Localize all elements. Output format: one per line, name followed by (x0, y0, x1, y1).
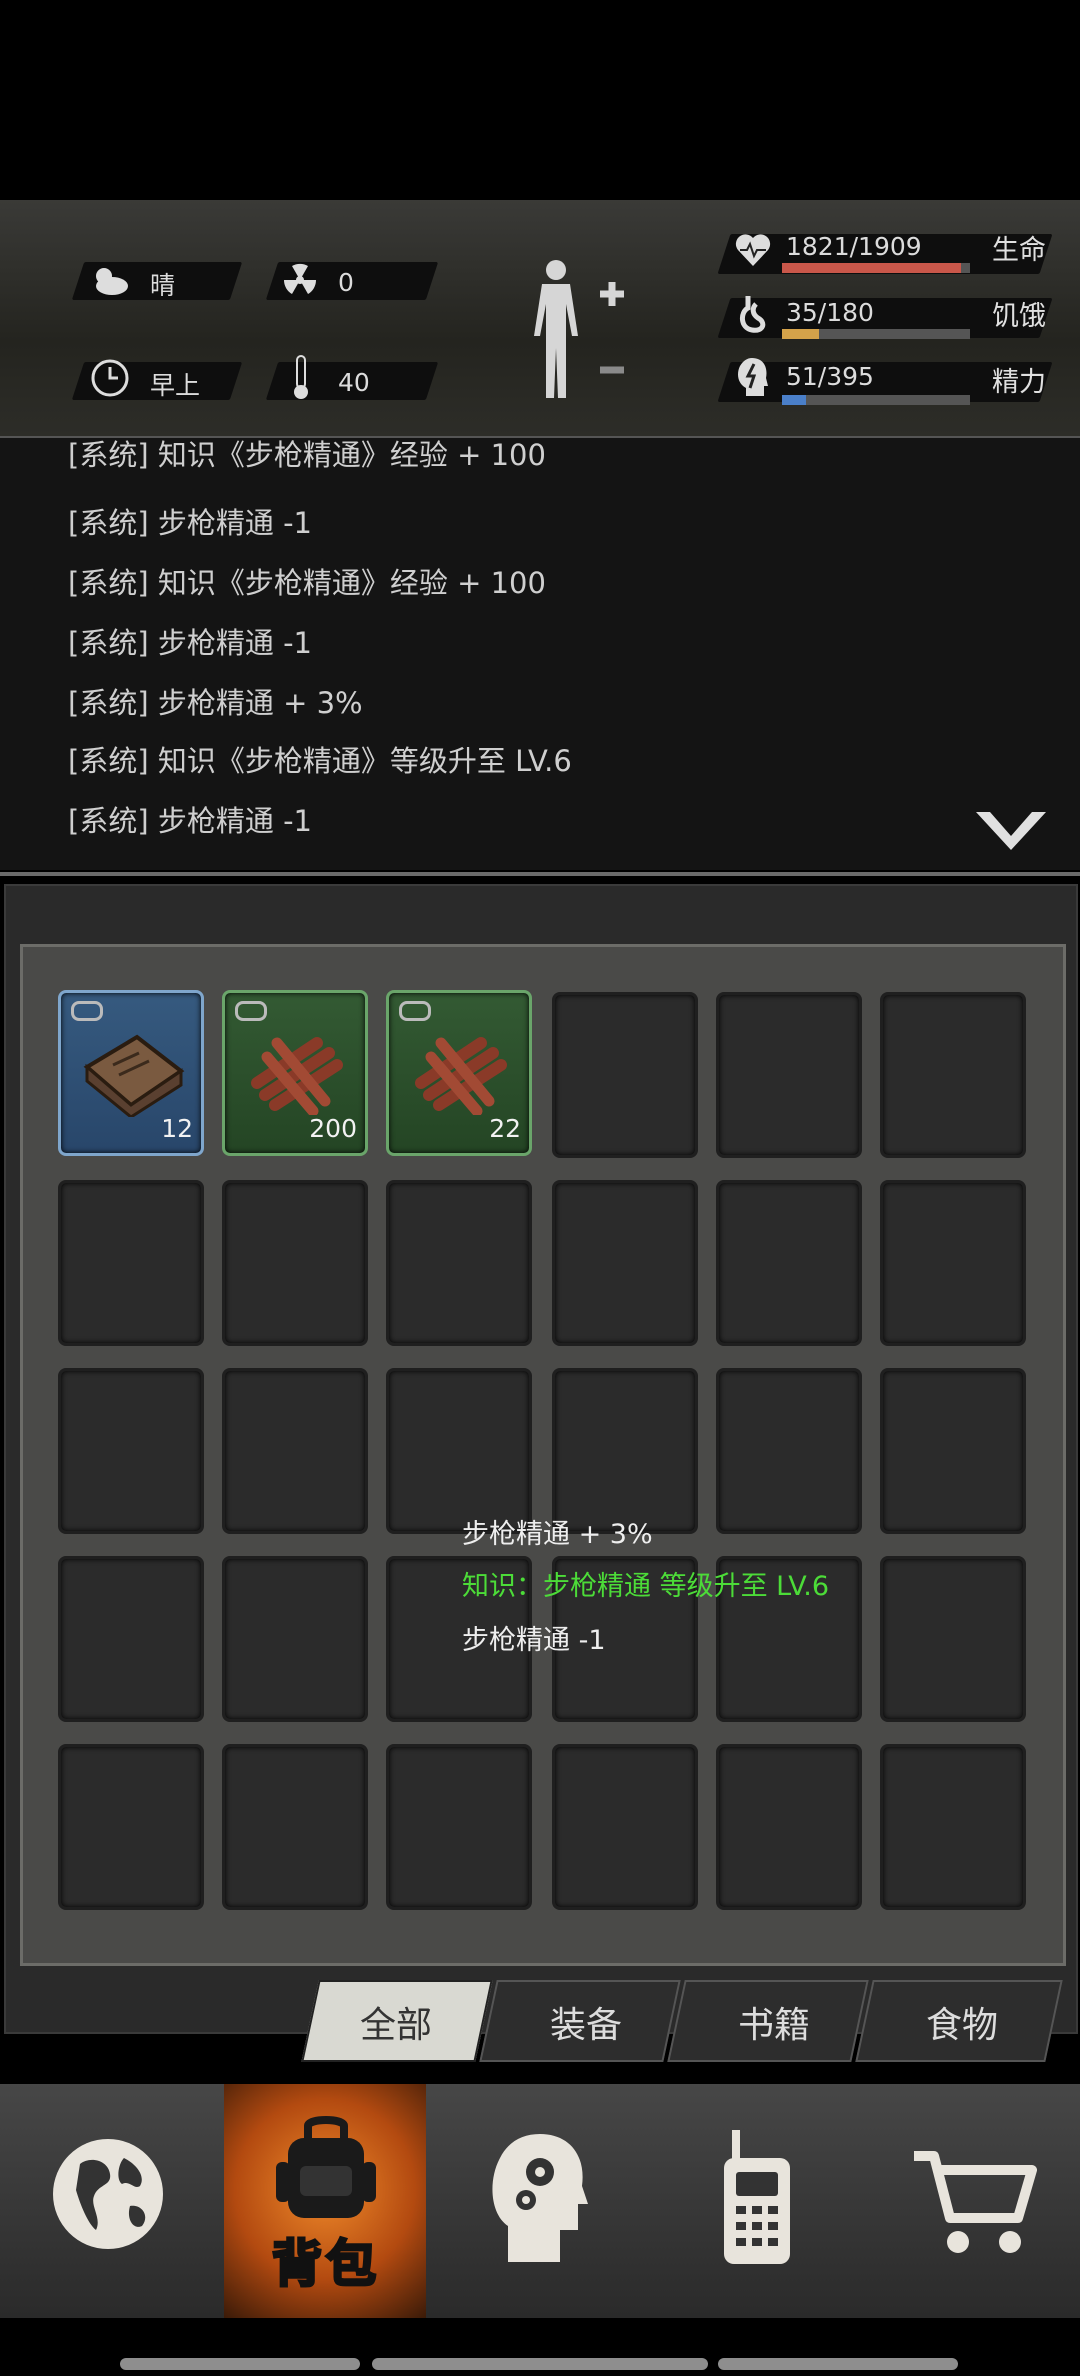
hunger-label: 饥饿 (992, 301, 1046, 332)
inventory-slot-empty[interactable] (552, 992, 698, 1158)
body-status-icon[interactable] (520, 258, 630, 408)
energy-bar (782, 395, 970, 405)
log-line: [系统] 步枪精通 -1 (68, 626, 312, 660)
walkie-talkie-icon (724, 2130, 790, 2264)
inventory-slot-empty[interactable] (58, 1556, 204, 1722)
nav-backpack-label: 背包 (271, 2234, 380, 2295)
wood-logs-icon (251, 1037, 343, 1115)
inventory-slot-book[interactable]: 12 (58, 990, 204, 1156)
health-bar (782, 263, 970, 273)
inventory-slot-empty[interactable] (880, 1368, 1026, 1534)
nav-skills-button[interactable] (432, 2084, 648, 2318)
item-count: 200 (309, 1114, 357, 1143)
gesture-bar (718, 2358, 958, 2370)
shopping-cart-icon (914, 2151, 1037, 2253)
clock-icon (91, 359, 129, 397)
tab-equipment-label: 装备 (550, 2005, 623, 2046)
inventory-slot-empty[interactable] (58, 1368, 204, 1534)
inventory-slot-empty[interactable] (880, 1744, 1026, 1910)
inventory-slot-empty[interactable] (716, 1368, 862, 1534)
inventory-slot-empty[interactable] (58, 1180, 204, 1346)
inventory-slot-wood[interactable]: 200 (222, 990, 368, 1156)
log-line: [系统] 步枪精通 + 3% (68, 686, 363, 720)
radiation-icon (283, 263, 317, 294)
nav-backpack-button[interactable]: 背包 (224, 2084, 426, 2318)
wood-logs-icon (415, 1037, 507, 1115)
inventory-slot-empty[interactable] (880, 1556, 1026, 1722)
item-count: 12 (161, 1114, 193, 1143)
time-of-day-text: 早上 (150, 371, 201, 400)
energy-head-icon (738, 358, 768, 396)
cloud-sun-icon (96, 268, 128, 295)
nav-radio-button[interactable] (650, 2084, 866, 2318)
inventory-slot-empty[interactable] (222, 1368, 368, 1534)
link-icon (71, 1001, 103, 1021)
tab-all-label: 全部 (360, 2005, 433, 2046)
hunger-text: 35/180 (786, 298, 874, 327)
energy-text: 51/395 (786, 362, 874, 391)
inventory-slot-empty[interactable] (386, 1180, 532, 1346)
tab-food-label: 食物 (926, 2005, 999, 2046)
inventory-slot-empty[interactable] (716, 1744, 862, 1910)
radiation-value: 0 (338, 268, 354, 297)
log-line: [系统] 知识《步枪精通》经验 + 100 (68, 566, 546, 600)
inventory-slot-empty[interactable] (552, 1180, 698, 1346)
nav-world-map-button[interactable] (0, 2084, 216, 2318)
link-icon (399, 1001, 431, 1021)
log-line: [系统] 知识《步枪精通》等级升至 LV.6 (68, 744, 572, 778)
health-text: 1821/1909 (786, 232, 922, 261)
inventory-slot-empty[interactable] (58, 1744, 204, 1910)
item-count: 22 (489, 1114, 521, 1143)
inventory-slot-empty[interactable] (222, 1180, 368, 1346)
inventory-slot-empty[interactable] (386, 1744, 532, 1910)
weather-text: 晴 (150, 271, 176, 300)
nav-shop-button[interactable] (864, 2084, 1080, 2318)
head-gears-icon (492, 2134, 588, 2262)
globe-icon (53, 2139, 163, 2249)
inventory-slot-empty[interactable] (386, 1368, 532, 1534)
toast-line: 步枪精通 + 3% (462, 1519, 653, 1550)
tab-books-label: 书籍 (738, 2005, 811, 2046)
inventory-slot-empty[interactable] (716, 992, 862, 1158)
health-label: 生命 (992, 235, 1046, 266)
log-line: [系统] 步枪精通 -1 (68, 506, 312, 540)
inventory-slot-wood[interactable]: 22 (386, 990, 532, 1156)
backpack-icon (276, 2116, 376, 2218)
log-line: [系统] 步枪精通 -1 (68, 804, 312, 838)
energy-label: 精力 (992, 367, 1046, 398)
toast-highlight-line: 知识：步枪精通 等级升至 LV.6 (462, 1571, 829, 1602)
temperature-value: 40 (338, 368, 370, 397)
link-icon (235, 1001, 267, 1021)
thermometer-icon (294, 355, 308, 399)
log-divider (0, 872, 1080, 876)
inventory-slot-empty[interactable] (222, 1744, 368, 1910)
gesture-bar (120, 2358, 360, 2370)
inventory-slot-empty[interactable] (716, 1180, 862, 1346)
hunger-bar (782, 329, 970, 339)
inventory-slot-empty[interactable] (552, 1744, 698, 1910)
inventory-slot-empty[interactable] (222, 1556, 368, 1722)
book-icon (83, 1034, 185, 1117)
inventory-slot-empty[interactable] (552, 1368, 698, 1534)
message-log[interactable]: [系统] 知识《步枪精通》经验 + 100 [系统] 步枪精通 -1 [系统] … (0, 438, 1080, 870)
log-line: [系统] 知识《步枪精通》经验 + 100 (68, 438, 546, 472)
heart-icon (735, 234, 771, 266)
inventory-slot-empty[interactable] (880, 1180, 1026, 1346)
collapse-log-chevron-icon[interactable] (972, 808, 1050, 858)
gesture-bar (372, 2358, 708, 2370)
stomach-icon (740, 296, 766, 333)
toast-line: 步枪精通 -1 (462, 1625, 606, 1656)
inventory-slot-empty[interactable] (880, 992, 1026, 1158)
